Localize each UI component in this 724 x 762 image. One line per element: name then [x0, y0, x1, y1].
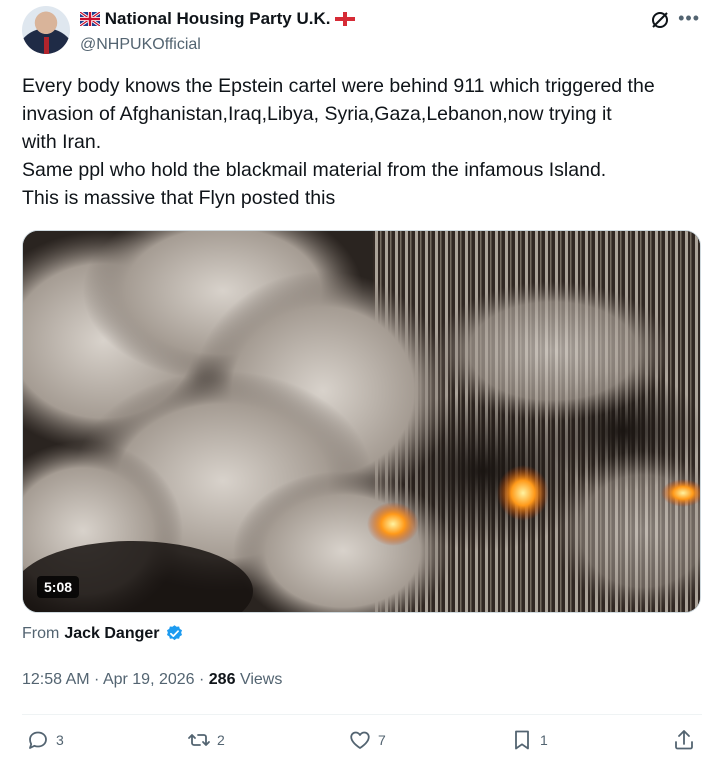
from-author-link[interactable]: Jack Danger	[64, 625, 159, 643]
more-options-icon[interactable]: •••	[678, 8, 700, 29]
verified-badge-icon	[165, 624, 184, 643]
share-button[interactable]	[672, 728, 696, 752]
uk-flag-icon	[79, 10, 101, 32]
grok-icon[interactable]	[650, 10, 670, 35]
action-bar: 3 2 7 1	[22, 728, 702, 758]
from-prefix: From	[22, 624, 60, 642]
reply-count: 3	[56, 732, 64, 748]
video-thumbnail	[23, 231, 700, 612]
views-count: 286	[208, 671, 236, 688]
bookmark-count: 1	[540, 732, 548, 748]
author-info: National Housing Party U.K. @NHPUKOffici…	[79, 8, 356, 56]
repost-count: 2	[217, 732, 225, 748]
repost-icon	[188, 734, 210, 746]
england-flag-icon	[335, 10, 356, 32]
post-text-line: Same ppl who hold the blackmail material…	[22, 159, 607, 181]
heart-icon	[350, 731, 370, 749]
post-header: National Housing Party U.K. @NHPUKOffici…	[22, 6, 702, 58]
post-metadata: 12:58 AM · Apr 19, 2026 · 286 Views	[22, 671, 282, 689]
author-display-name[interactable]: National Housing Party U.K.	[79, 8, 356, 32]
divider	[22, 714, 702, 715]
video-player[interactable]: 5:08	[22, 230, 701, 613]
share-icon	[675, 730, 693, 750]
post-text-line: invasion of Afghanistan,Iraq,Libya, Syri…	[22, 103, 612, 125]
post-text-line: with Iran.	[22, 131, 102, 153]
author-name-text: National Housing Party U.K.	[104, 9, 331, 28]
post-text-line: This is massive that Flyn posted this	[22, 187, 336, 209]
bookmark-icon	[515, 730, 529, 750]
video-duration: 5:08	[37, 576, 80, 598]
avatar[interactable]	[22, 6, 70, 54]
repost-button[interactable]: 2	[187, 728, 225, 752]
reply-button[interactable]: 3	[26, 728, 64, 752]
like-count: 7	[378, 732, 386, 748]
views-label: Views	[239, 671, 283, 688]
reply-icon	[29, 731, 47, 749]
from-attribution: From Jack Danger	[22, 624, 184, 643]
bookmark-button[interactable]: 1	[510, 728, 548, 752]
post-text: Every body knows the Epstein cartel were…	[22, 72, 712, 212]
meta-separator: ·	[194, 671, 209, 688]
like-button[interactable]: 7	[348, 728, 386, 752]
author-handle[interactable]: @NHPUKOfficial	[80, 34, 355, 56]
post-timestamp[interactable]: 12:58 AM · Apr 19, 2026	[22, 671, 195, 688]
post-text-line: Every body knows the Epstein cartel were…	[22, 75, 655, 97]
